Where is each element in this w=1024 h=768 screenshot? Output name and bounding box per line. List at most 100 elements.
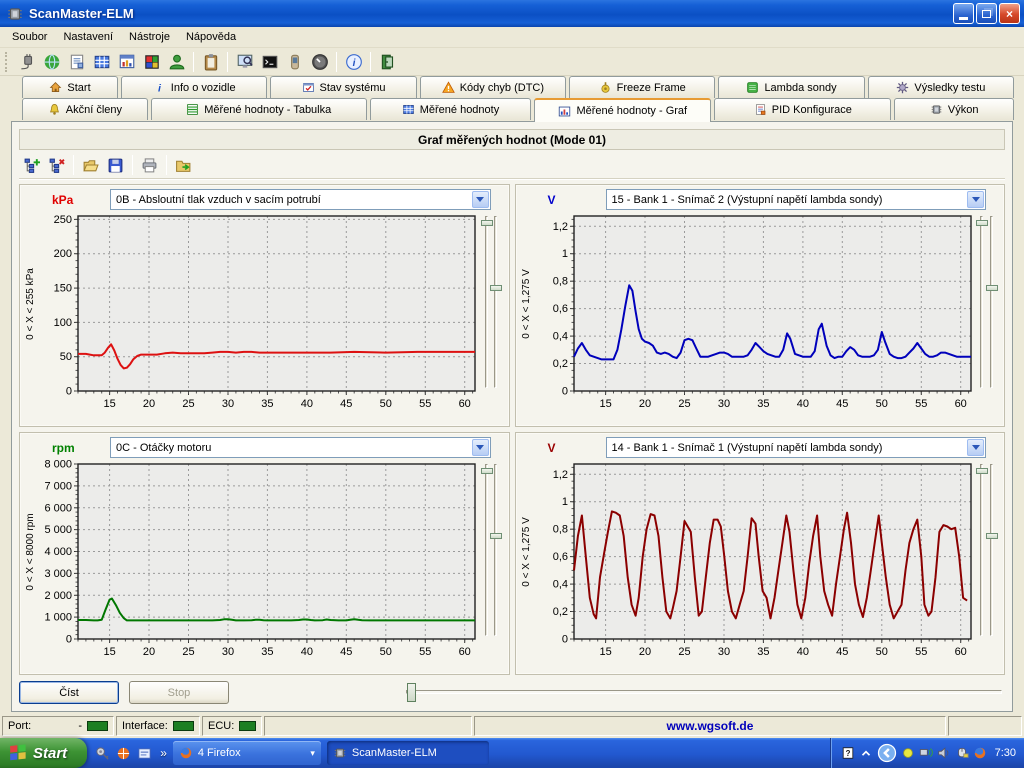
volume-icon[interactable] xyxy=(937,746,951,760)
slider-thumb[interactable] xyxy=(976,220,988,226)
ql-key-icon[interactable] xyxy=(95,746,110,761)
firefox-icon[interactable] xyxy=(973,746,987,760)
chart-scale-slider-2[interactable] xyxy=(990,464,993,636)
slider-thumb[interactable] xyxy=(976,468,988,474)
dropdown-arrow-icon[interactable] xyxy=(472,439,489,456)
menu-file[interactable]: Soubor xyxy=(4,28,55,46)
slider-thumb[interactable] xyxy=(986,285,998,291)
slider-thumb[interactable] xyxy=(490,533,502,539)
globe-button[interactable] xyxy=(39,50,64,74)
tab-start[interactable]: Start xyxy=(22,76,118,98)
network-icon[interactable] xyxy=(919,746,933,760)
task-firefox[interactable]: 4 Firefox▾ xyxy=(173,741,321,765)
menu-settings[interactable]: Nastavení xyxy=(55,28,121,46)
tab-freeze-frame[interactable]: Freeze Frame xyxy=(569,76,715,98)
svg-text:50: 50 xyxy=(380,398,392,410)
pid-selector[interactable]: 0B - Absloutní tlak vzduch v sacím potru… xyxy=(110,189,491,210)
chart-scale-slider-1[interactable] xyxy=(485,464,488,636)
close-button[interactable]: × xyxy=(999,3,1020,24)
tray-misc-icon[interactable] xyxy=(901,746,915,760)
chart-scale-slider-1[interactable] xyxy=(980,464,983,636)
ecu-label: ECU: xyxy=(208,720,234,732)
svg-text:40: 40 xyxy=(796,398,808,410)
table-button[interactable] xyxy=(89,50,114,74)
chart-window-button[interactable] xyxy=(114,50,139,74)
graph-tab-icon xyxy=(558,105,571,118)
window-colors-button[interactable] xyxy=(139,50,164,74)
dropdown-arrow-icon[interactable] xyxy=(472,191,489,208)
exit-button[interactable] xyxy=(375,50,400,74)
connect-button[interactable] xyxy=(14,50,39,74)
read-button[interactable]: Číst xyxy=(19,681,119,704)
tab-vehicle-info[interactable]: iInfo o vozidle xyxy=(121,76,267,98)
status-right-panel xyxy=(948,716,1022,736)
screen-search-button[interactable] xyxy=(232,50,257,74)
slider-thumb[interactable] xyxy=(490,285,502,291)
tab-dtc-label: Kódy chyb (DTC) xyxy=(460,82,544,94)
pid-selector[interactable]: 15 - Bank 1 - Snímač 2 (Výstupní napětí … xyxy=(606,189,987,210)
info-button[interactable]: i xyxy=(341,50,366,74)
tab-pid-config[interactable]: PID Konfigurace xyxy=(714,98,891,120)
tab-actuators[interactable]: Akční členy xyxy=(22,98,148,120)
user-button[interactable] xyxy=(164,50,189,74)
pid-icon xyxy=(754,103,767,116)
dropdown-arrow-icon[interactable] xyxy=(967,191,984,208)
timeline-slider-thumb[interactable] xyxy=(407,683,416,702)
mouse-icon[interactable] xyxy=(955,746,969,760)
print-button[interactable] xyxy=(137,153,162,177)
slider-thumb[interactable] xyxy=(986,533,998,539)
tab-test-results[interactable]: Výsledky testu xyxy=(868,76,1014,98)
svg-text:15: 15 xyxy=(599,398,611,410)
tray-arrow-up-icon[interactable] xyxy=(859,746,873,760)
restore-button[interactable] xyxy=(976,3,997,24)
ql-window-icon[interactable] xyxy=(137,746,152,761)
slider-thumb[interactable] xyxy=(481,220,493,226)
chart-scale-slider-1[interactable] xyxy=(980,216,983,388)
quick-launch-overflow-icon[interactable]: » xyxy=(160,746,167,760)
menu-tools[interactable]: Nástroje xyxy=(121,28,178,46)
dropdown-arrow-icon[interactable] xyxy=(967,439,984,456)
slider-thumb[interactable] xyxy=(481,468,493,474)
device-button[interactable] xyxy=(282,50,307,74)
open-button[interactable] xyxy=(78,153,103,177)
tab-system-status[interactable]: Stav systému xyxy=(270,76,416,98)
chart-canvas: 1520253035404550556000,20,40,60,811,20 <… xyxy=(518,460,974,660)
remove-channel-button[interactable] xyxy=(44,153,69,177)
tab-values[interactable]: Měřené hodnoty xyxy=(370,98,532,120)
chart-scale-slider-2[interactable] xyxy=(494,464,497,636)
gauge-button[interactable] xyxy=(307,50,332,74)
chart-scale-slider-1[interactable] xyxy=(485,216,488,388)
timeline-slider[interactable] xyxy=(406,690,1002,694)
help-icon[interactable]: ? xyxy=(841,746,855,760)
clipboard-button[interactable] xyxy=(198,50,223,74)
report-button[interactable] xyxy=(64,50,89,74)
chart-window-icon xyxy=(118,53,136,71)
tab-lambda[interactable]: Lambda sondy xyxy=(718,76,864,98)
export-button[interactable] xyxy=(171,153,196,177)
start-button[interactable]: Start xyxy=(0,738,87,768)
pid-selector[interactable]: 14 - Bank 1 - Snímač 1 (Výstupní napětí … xyxy=(606,437,987,458)
unit-label: V xyxy=(518,441,606,455)
tab-dtc[interactable]: Kódy chyb (DTC) xyxy=(420,76,566,98)
tab-values-table[interactable]: Měřené hodnoty - Tabulka xyxy=(151,98,367,120)
svg-text:20: 20 xyxy=(143,646,155,658)
tab-values-graph[interactable]: Měřené hodnoty - Graf xyxy=(534,98,711,122)
tab-performance[interactable]: Výkon xyxy=(894,98,1014,120)
pid-selector[interactable]: 0C - Otáčky motoru xyxy=(110,437,491,458)
menu-help[interactable]: Nápověda xyxy=(178,28,244,46)
task-scanmaster[interactable]: ScanMaster-ELM xyxy=(327,741,489,765)
task-group-arrow-icon[interactable]: ▾ xyxy=(310,748,315,759)
website-link[interactable]: www.wgsoft.de xyxy=(667,719,754,733)
hide-icons-icon[interactable] xyxy=(877,743,897,763)
chart-scale-slider-2[interactable] xyxy=(494,216,497,388)
terminal-button[interactable] xyxy=(257,50,282,74)
minimize-button[interactable] xyxy=(953,3,974,24)
stop-button[interactable]: Stop xyxy=(129,681,229,704)
toolbar-grip[interactable] xyxy=(5,52,10,72)
vehicle-info-icon: i xyxy=(153,81,166,94)
chart-scale-slider-2[interactable] xyxy=(990,216,993,388)
ql-ball-icon[interactable] xyxy=(116,746,131,761)
save-button[interactable] xyxy=(103,153,128,177)
toolbar-separator xyxy=(227,52,228,72)
add-channel-button[interactable] xyxy=(19,153,44,177)
